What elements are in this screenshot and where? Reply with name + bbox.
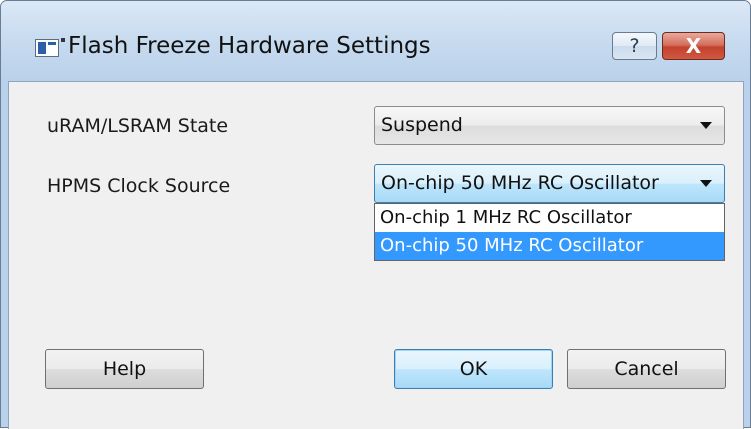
chevron-down-icon — [700, 122, 712, 129]
uram-lsram-state-label: uRAM/LSRAM State — [47, 115, 229, 137]
close-x-icon: X — [685, 34, 702, 58]
dropdown-option-1mhz[interactable]: On-chip 1 MHz RC Oscillator — [375, 204, 724, 232]
title-bar[interactable]: Flash Freeze Hardware Settings ? X — [1, 1, 750, 81]
chevron-down-icon — [700, 180, 712, 187]
app-window-icon — [35, 38, 65, 57]
uram-lsram-state-value: Suspend — [381, 114, 463, 136]
close-button[interactable]: X — [662, 32, 725, 60]
dialog-window: Flash Freeze Hardware Settings ? X uRAM/… — [0, 0, 751, 429]
hpms-clock-source-dropdown: On-chip 1 MHz RC Oscillator On-chip 50 M… — [374, 203, 725, 261]
help-title-button[interactable]: ? — [612, 32, 657, 60]
dialog-body: uRAM/LSRAM State Suspend HPMS Clock Sour… — [8, 81, 744, 429]
hpms-clock-source-label: HPMS Clock Source — [47, 175, 231, 197]
ok-button[interactable]: OK — [394, 349, 553, 389]
hpms-clock-source-select[interactable]: On-chip 50 MHz RC Oscillator — [374, 164, 725, 203]
window-title: Flash Freeze Hardware Settings — [68, 33, 431, 59]
hpms-clock-source-value: On-chip 50 MHz RC Oscillator — [381, 172, 659, 194]
uram-lsram-state-select[interactable]: Suspend — [374, 106, 725, 145]
dropdown-option-50mhz[interactable]: On-chip 50 MHz RC Oscillator — [375, 232, 724, 260]
help-button[interactable]: Help — [45, 349, 204, 389]
cancel-button[interactable]: Cancel — [567, 349, 726, 389]
question-mark-icon: ? — [629, 35, 640, 57]
